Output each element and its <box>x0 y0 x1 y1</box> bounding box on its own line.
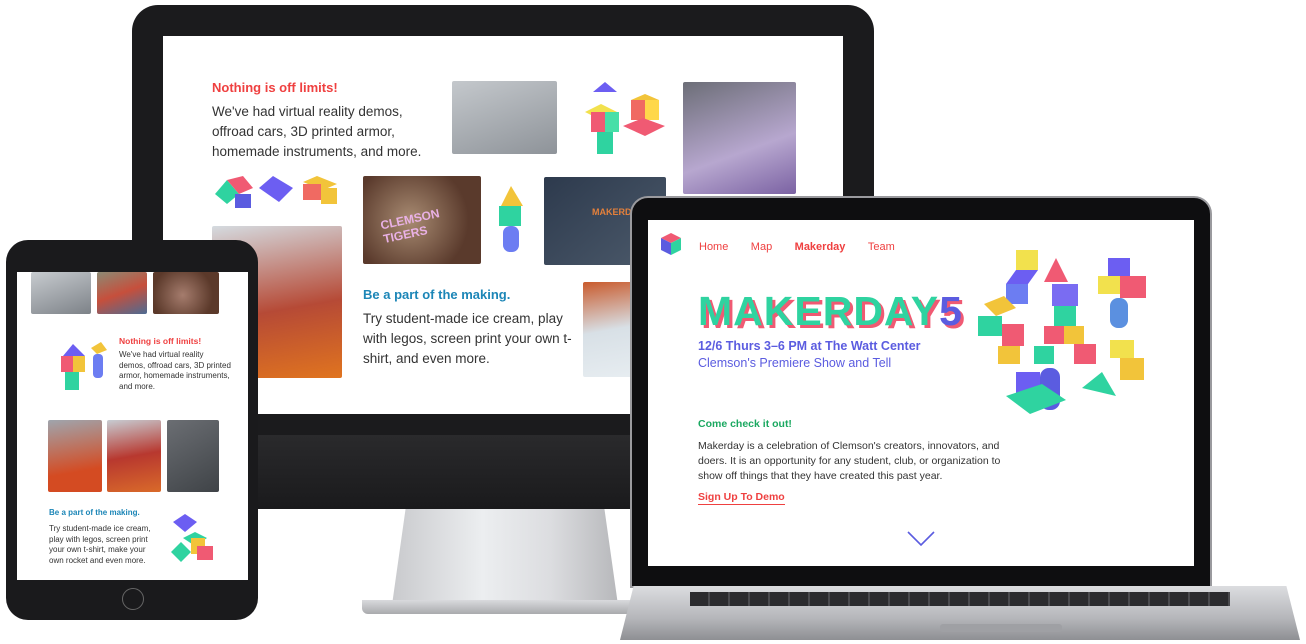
hero-title-number: 5 <box>939 288 963 334</box>
hero-blocks-illustration <box>978 250 1146 414</box>
photo-soldering <box>683 82 796 194</box>
hero-title: MAKERDAY5 <box>698 288 963 335</box>
tablet-body-part-of-making: Try student-made ice cream, play with le… <box>49 524 151 565</box>
intro-heading: Come check it out! <box>698 418 792 430</box>
tablet-home-button[interactable] <box>122 588 144 610</box>
tablet-photo-legos <box>97 272 147 314</box>
hero-title-word: MAKERDAY <box>698 288 940 334</box>
desktop-body-part-of-making: Try student-made ice cream, play with le… <box>363 311 572 366</box>
sign-up-demo-link[interactable]: Sign Up To Demo <box>698 491 785 505</box>
blocks-cluster-row <box>215 176 337 208</box>
tablet-photo-tigers <box>153 272 219 314</box>
makerday-logo-icon[interactable] <box>660 232 682 256</box>
nav-team[interactable]: Team <box>868 241 895 253</box>
hero-date: 12/6 Thurs 3–6 PM at The Watt Center <box>698 339 921 353</box>
laptop-trackpad <box>940 624 1062 632</box>
tablet-heading-part-of-making: Be a part of the making. <box>49 508 140 517</box>
tablet-blocks-right <box>171 514 213 562</box>
desktop-body-off-limits: We've had virtual reality demos, offroad… <box>212 104 422 159</box>
desktop-stand <box>392 509 618 605</box>
laptop-keyboard <box>690 592 1230 606</box>
photo-3d-figures <box>452 81 557 154</box>
intro-body: Makerday is a celebration of Clemson's c… <box>698 440 1001 482</box>
tablet-photo-printing-1 <box>48 420 102 492</box>
nav-map[interactable]: Map <box>751 241 772 253</box>
tablet-photo-printing-2 <box>107 420 161 492</box>
desktop-heading-part-of-making: Be a part of the making. <box>363 287 511 302</box>
desktop-heading-off-limits: Nothing is off limits! <box>212 80 338 95</box>
main-nav: Home Map Makerday Team <box>699 237 913 255</box>
hero-subtitle: Clemson's Premiere Show and Tell <box>698 356 892 370</box>
tablet-photo-figures <box>31 272 91 314</box>
nav-home[interactable]: Home <box>699 241 728 253</box>
nav-makerday[interactable]: Makerday <box>795 241 846 253</box>
desktop-stand-foot <box>362 600 648 614</box>
tablet-blocks-left <box>61 342 107 390</box>
blocks-cluster-top <box>585 82 665 154</box>
tablet-heading-off-limits: Nothing is off limits! <box>119 336 202 346</box>
tablet-screen: Nothing is off limits! We've had virtual… <box>17 272 248 580</box>
scroll-down-chevron-icon[interactable] <box>906 530 936 548</box>
clemson-tigers-text: CLEMSON TIGERS <box>379 206 441 247</box>
tablet-photo-shirt <box>167 420 219 492</box>
tablet-body-off-limits: We've had virtual reality demos, offroad… <box>119 350 231 391</box>
photo-clemson-tigers: CLEMSON TIGERS <box>363 176 481 264</box>
laptop-screen: Home Map Makerday Team MAKERDAY5 12/6 Th… <box>648 220 1194 566</box>
blocks-tower <box>499 186 523 252</box>
